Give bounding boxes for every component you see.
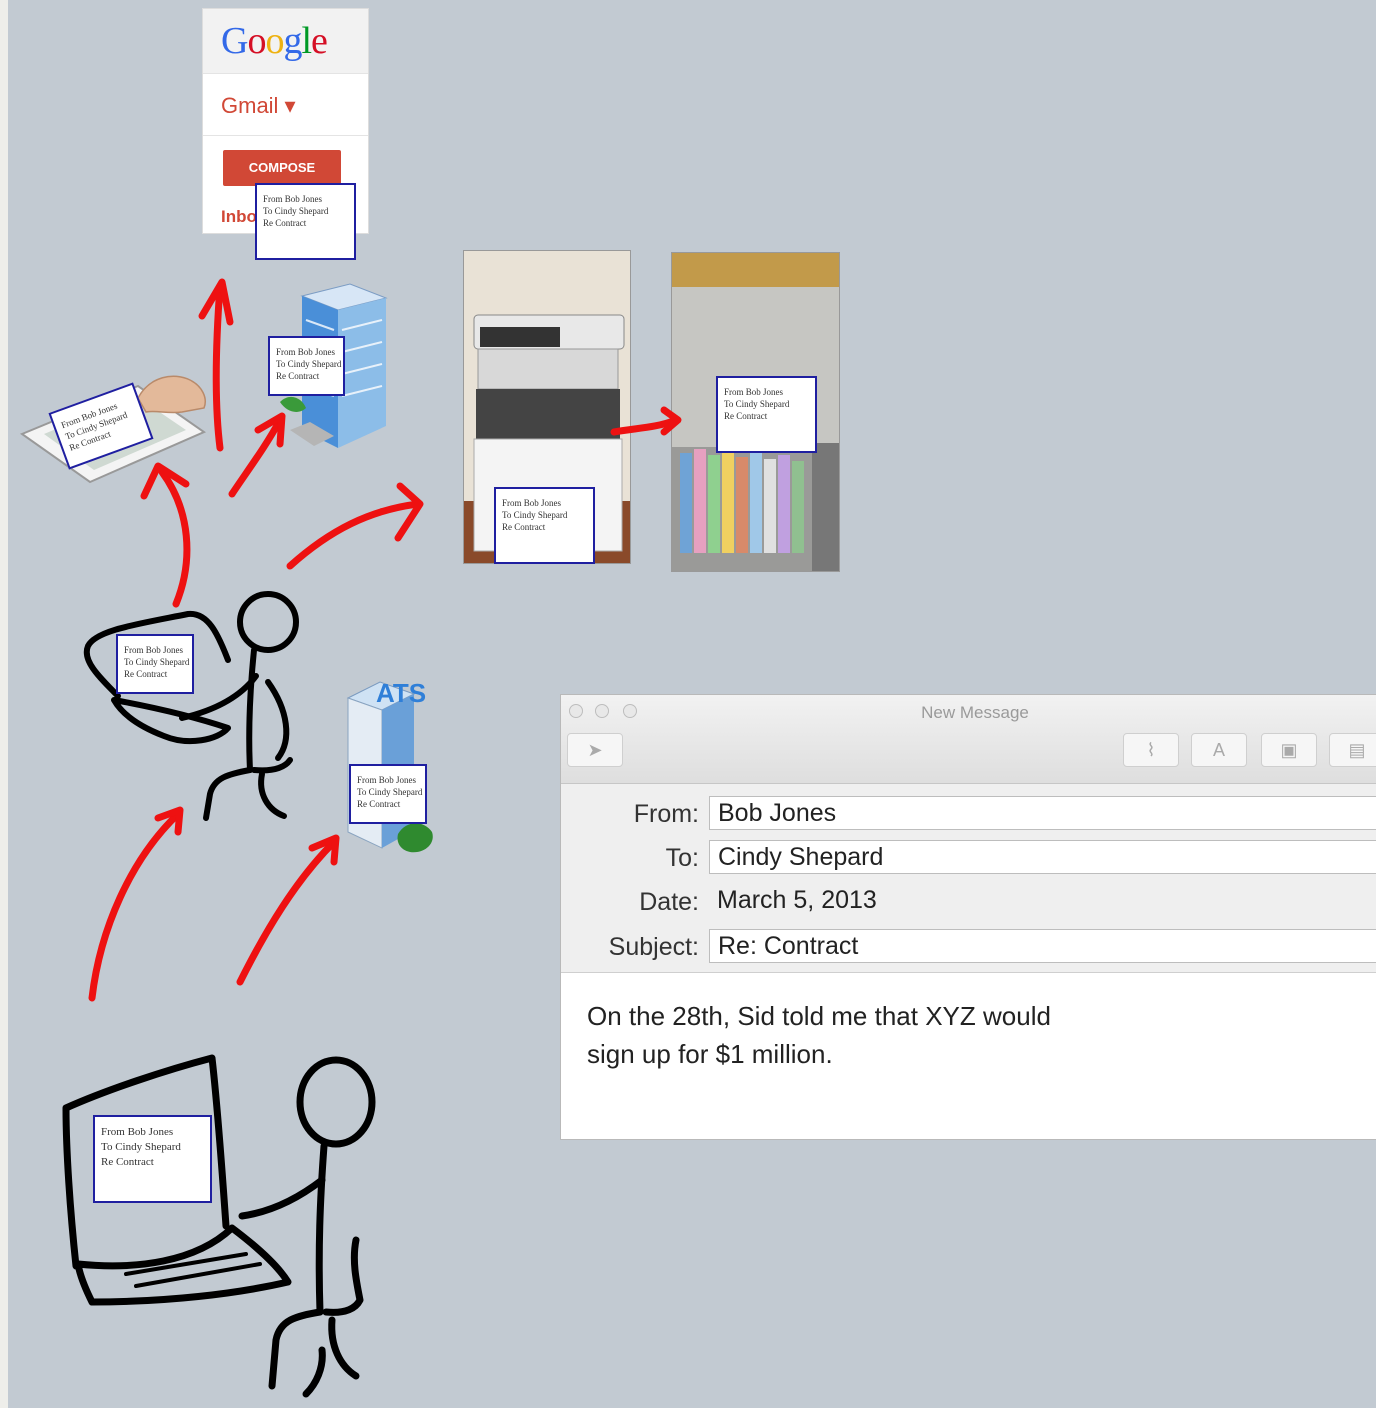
subject-label: Subject: (608, 933, 699, 961)
arrow-copier-to-cabinet (610, 406, 682, 436)
header-row-date: Date: March 5, 2013 (561, 880, 1376, 924)
arrow-to-server (228, 412, 286, 498)
message-headers: From: Bob Jones To: Cindy Shepard Date: … (561, 784, 1376, 973)
paperclip-icon: ⌇ (1146, 740, 1156, 760)
send-icon: ➤ (587, 740, 603, 760)
to-label: To: (665, 844, 699, 872)
arrow-to-ats-building (236, 834, 340, 986)
font-icon: A (1212, 740, 1225, 760)
photo-browser-button[interactable]: ▣ (1261, 733, 1317, 767)
arrow-to-gmail (198, 278, 234, 452)
format-button[interactable]: A (1191, 733, 1247, 767)
message-body[interactable]: On the 28th, Sid told me that XYZ would … (587, 997, 1107, 1073)
header-row-subject: Subject: Re: Contract (561, 925, 1376, 969)
window-titlebar: New Message ➤ ⌇ A ▣ ▤ (561, 695, 1376, 784)
date-label: Date: (639, 888, 699, 916)
from-field[interactable]: Bob Jones (709, 796, 1376, 830)
photo-icon: ▣ (1280, 740, 1298, 760)
message-body-line-1: On the 28th, Sid told me that XYZ would (587, 1001, 1051, 1031)
message-body-line-2: sign up for $1 million. (587, 1039, 833, 1069)
arrow-to-tablet (140, 462, 191, 608)
subject-field[interactable]: Re: Contract (709, 929, 1376, 963)
to-field[interactable]: Cindy Shepard (709, 840, 1376, 874)
stationery-button[interactable]: ▤ (1329, 733, 1376, 767)
window-title: New Message (921, 703, 1029, 722)
attach-button[interactable]: ⌇ (1123, 733, 1179, 767)
new-message-window: New Message ➤ ⌇ A ▣ ▤ From: Bob Jones To… (560, 694, 1376, 1140)
arrow-to-copier (286, 482, 424, 570)
stationery-icon: ▤ (1348, 740, 1366, 760)
arrow-to-upper-figure (88, 806, 184, 1002)
header-row-to: To: Cindy Shepard (561, 836, 1376, 880)
date-value: March 5, 2013 (717, 886, 877, 914)
send-button[interactable]: ➤ (567, 733, 623, 767)
from-label: From: (633, 800, 699, 828)
header-row-from: From: Bob Jones (561, 792, 1376, 836)
